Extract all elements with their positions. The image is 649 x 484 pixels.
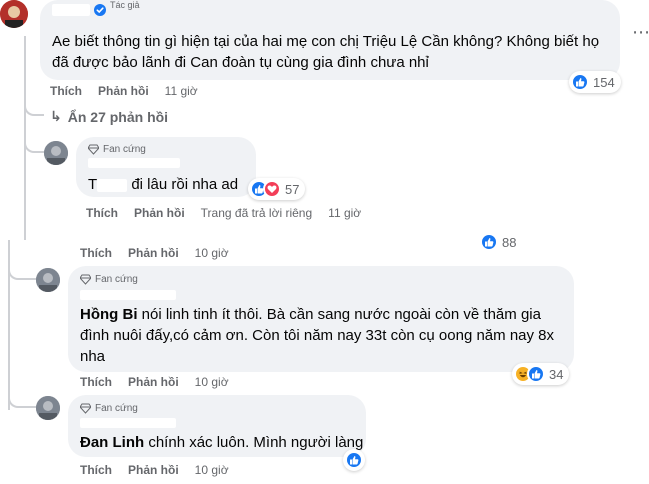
reply-bubble: Fan cứng T đi lâu rồi nha ad [76, 137, 256, 197]
top-comment-bubble: Tác giả Ae biết thông tin gì hiện tại củ… [40, 0, 620, 80]
mention-link[interactable]: Đan Linh [80, 434, 144, 451]
like-icon [527, 365, 545, 383]
avatar[interactable] [44, 141, 68, 165]
private-reply-status: Trang đã trả lời riêng [200, 206, 313, 220]
author-role-label: Tác giả [110, 0, 140, 10]
reaction-summary[interactable] [343, 449, 365, 471]
author-name-redacted[interactable] [80, 290, 176, 300]
like-icon [480, 234, 498, 250]
reaction-summary[interactable]: 34 [512, 363, 570, 385]
comment-header: Tác giả [52, 0, 140, 16]
like-button[interactable]: Thích [80, 375, 112, 389]
badge-label: Fan cứng [95, 403, 138, 414]
thread-line-curve-r1 [24, 135, 44, 153]
diamond-icon [87, 144, 100, 155]
reply-actions: Thích Phản hồi 10 giờ [80, 246, 229, 260]
like-button[interactable]: Thích [80, 246, 112, 260]
reply-body: đi lâu rồi nha ad [131, 176, 239, 193]
reply-body: chính xác luôn. Mình người làng [144, 434, 364, 451]
comment-actions: Thích Phản hồi 11 giờ [50, 84, 198, 98]
reply-button[interactable]: Phản hồi [128, 463, 179, 477]
hide-replies-button[interactable]: ↳ Ẩn 27 phản hồi [50, 108, 168, 125]
author-name-redacted [97, 178, 128, 192]
reply-time[interactable]: 10 giờ [195, 463, 229, 477]
reply-arrow-icon: ↳ [50, 108, 62, 124]
reply-time[interactable]: 10 giờ [195, 246, 229, 260]
reply-button[interactable]: Phản hồi [134, 206, 185, 220]
reply-actions: Thích Phản hồi 10 giờ [80, 463, 229, 477]
reply-bubble: Fan cứng Hồng Bi nói linh tinh ít thôi. … [68, 266, 574, 372]
fan-badge: Fan cứng [79, 403, 138, 414]
like-button[interactable]: Thích [80, 463, 112, 477]
reply-button[interactable]: Phản hồi [128, 246, 179, 260]
mention-link[interactable]: Hồng Bi [80, 306, 138, 323]
thread-line-curve-r3 [8, 390, 36, 408]
more-options-icon[interactable]: ⋯ [632, 22, 649, 43]
reaction-count: 34 [549, 366, 564, 382]
reaction-summary[interactable]: 154 [569, 71, 621, 93]
reaction-count: 57 [285, 181, 300, 197]
reply-time[interactable]: 10 giờ [195, 375, 229, 389]
like-icon [345, 451, 363, 469]
author-initial[interactable]: T [88, 176, 97, 193]
thread-line-curve-r2 [8, 262, 36, 280]
reply-actions: Thích Phản hồi Trang đã trả lời riêng 11… [86, 206, 361, 220]
reaction-summary[interactable]: 57 [248, 178, 306, 200]
fan-badge: Fan cứng [79, 274, 138, 285]
reply-text: Hồng Bi nói linh tinh ít thôi. Bà cần sa… [80, 304, 566, 367]
reply-text: Đan Linh chính xác luôn. Mình người làng [80, 432, 363, 453]
avatar[interactable] [36, 396, 60, 420]
comment-time[interactable]: 11 giờ [165, 84, 198, 98]
reaction-count: 154 [593, 74, 615, 90]
reply-button[interactable]: Phản hồi [98, 84, 149, 98]
like-button[interactable]: Thích [50, 84, 82, 98]
comment-text: Ae biết thông tin gì hiện tại của hai mẹ… [52, 33, 600, 71]
reply-text: T đi lâu rồi nha ad [88, 174, 238, 195]
reaction-count: 88 [502, 234, 517, 250]
avatar[interactable] [0, 0, 28, 28]
author-name-redacted[interactable] [88, 158, 180, 168]
thread-line-curve-hide [24, 100, 44, 116]
reaction-summary[interactable]: 88 [478, 234, 523, 250]
reply-actions: Thích Phản hồi 10 giờ [80, 375, 229, 389]
diamond-icon [79, 274, 92, 285]
reply-button[interactable]: Phản hồi [128, 375, 179, 389]
author-name-redacted[interactable] [52, 4, 90, 16]
fan-badge: Fan cứng [87, 144, 146, 155]
hide-replies-label: Ẩn 27 phản hồi [67, 108, 169, 125]
like-button[interactable]: Thích [86, 206, 118, 220]
badge-label: Fan cứng [103, 144, 146, 155]
avatar[interactable] [36, 268, 60, 292]
author-name-redacted[interactable] [80, 418, 176, 428]
like-icon [571, 73, 589, 91]
reply-bubble: Fan cứng Đan Linh chính xác luôn. Mình n… [68, 395, 366, 457]
verified-badge-icon [94, 4, 106, 16]
love-icon [263, 180, 281, 198]
diamond-icon [79, 403, 92, 414]
reply-body: nói linh tinh ít thôi. Bà cần sang nước … [80, 306, 555, 365]
badge-label: Fan cứng [95, 274, 138, 285]
reply-time[interactable]: 11 giờ [328, 206, 361, 220]
